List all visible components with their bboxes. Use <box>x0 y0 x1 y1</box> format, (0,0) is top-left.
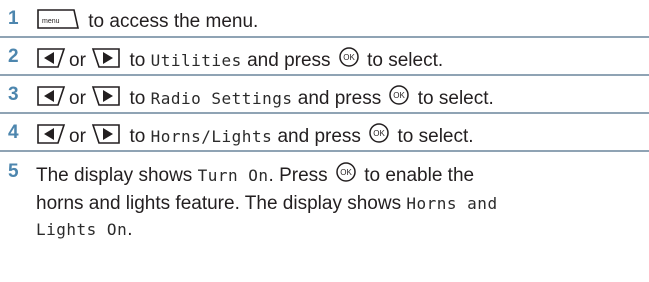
step-text: menu to access the menu. <box>36 0 649 33</box>
ok-key-icon: OK <box>338 46 360 74</box>
right-arrow-key-icon <box>91 123 121 145</box>
ok-key-icon: OK <box>368 122 390 150</box>
step-5: 5 The display shows Turn On. Press OK to… <box>0 152 649 243</box>
svg-text:menu: menu <box>42 18 60 25</box>
display-text: Horns/Lights <box>150 127 273 146</box>
step-text: or to Horns/Lights and press OK to selec… <box>36 114 649 150</box>
ok-key-icon: OK <box>388 84 410 112</box>
right-arrow-key-icon <box>91 85 121 107</box>
display-text: Radio Settings <box>150 89 293 108</box>
left-arrow-key-icon <box>36 47 66 69</box>
left-arrow-key-icon <box>36 123 66 145</box>
step-number: 4 <box>8 122 19 143</box>
step-2: 2 or to Utilities and press OK to select… <box>0 38 649 76</box>
display-text: Horns and <box>406 194 498 213</box>
menu-key-icon: menu <box>36 8 80 30</box>
right-arrow-key-icon <box>91 47 121 69</box>
step-number: 5 <box>8 161 19 182</box>
step-text: The display shows Turn On. Press OK to e… <box>36 161 649 243</box>
svg-text:OK: OK <box>394 91 406 100</box>
display-text: Utilities <box>150 51 242 70</box>
procedure-steps: 1 menu to access the menu. 2 or to Utili… <box>0 0 649 243</box>
ok-key-icon: OK <box>335 161 357 191</box>
step-number: 2 <box>8 46 19 67</box>
left-arrow-key-icon <box>36 85 66 107</box>
step-number: 3 <box>8 84 19 105</box>
step-text: or to Radio Settings and press OK to sel… <box>36 76 649 112</box>
step-1: 1 menu to access the menu. <box>0 0 649 38</box>
svg-text:OK: OK <box>373 129 385 138</box>
display-text: Lights On <box>36 220 128 239</box>
display-text: Turn On <box>197 166 269 185</box>
step-text: or to Utilities and press OK to select. <box>36 38 649 74</box>
step-3: 3 or to Radio Settings and press OK to s… <box>0 76 649 114</box>
step-4: 4 or to Horns/Lights and press OK to sel… <box>0 114 649 152</box>
svg-text:OK: OK <box>343 53 355 62</box>
svg-text:OK: OK <box>340 168 352 177</box>
step-number: 1 <box>8 8 19 29</box>
